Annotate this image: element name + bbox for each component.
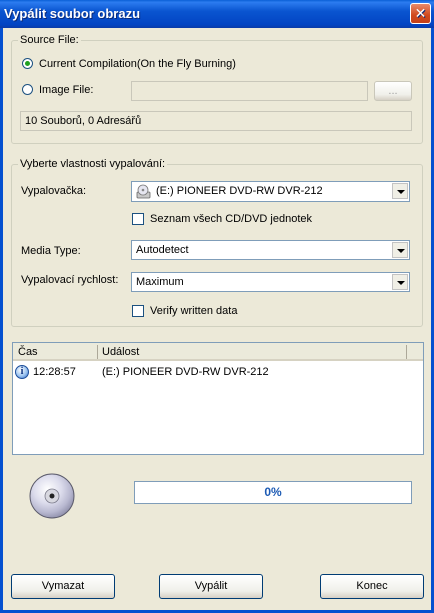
image-file-path-input[interactable] [131, 81, 368, 101]
row-time: 12:28:57 [33, 366, 76, 378]
column-divider[interactable] [406, 345, 407, 359]
browse-button[interactable]: ... [374, 81, 412, 101]
drive-select[interactable]: (E:) PIONEER DVD-RW DVR-212 [131, 181, 410, 202]
current-compilation-label: Current Compilation(On the Fly Burning) [39, 58, 236, 70]
list-all-drives-checkbox[interactable] [132, 213, 144, 225]
progress-label: 0% [264, 485, 282, 499]
column-divider[interactable] [97, 345, 98, 359]
chevron-down-icon[interactable] [392, 183, 408, 199]
column-event[interactable]: Událost [102, 346, 139, 358]
cd-disc-icon [29, 473, 75, 519]
exit-button[interactable]: Konec [320, 574, 424, 599]
clear-button[interactable]: Vymazat [11, 574, 115, 599]
table-row[interactable]: i 12:28:57 (E:) PIONEER DVD-RW DVR-212 [13, 363, 423, 381]
event-log-list[interactable]: Čas Událost i 12:28:57 (E:) PIONEER DVD-… [12, 342, 424, 455]
image-file-label: Image File: [39, 84, 94, 96]
source-file-group-label: Source File: [18, 34, 81, 46]
current-compilation-radio[interactable] [22, 58, 33, 69]
burn-speed-label: Vypalovací rychlost: [21, 274, 119, 286]
media-type-label: Media Type: [21, 245, 81, 257]
media-type-value: Autodetect [136, 244, 189, 256]
burn-progress-bar: 0% [134, 481, 412, 504]
window-title: Vypálit soubor obrazu [4, 6, 141, 21]
drive-value: (E:) PIONEER DVD-RW DVR-212 [156, 185, 323, 197]
column-time[interactable]: Čas [18, 346, 38, 358]
verify-data-checkbox[interactable] [132, 305, 144, 317]
chevron-down-icon[interactable] [392, 274, 408, 290]
burn-speed-value: Maximum [136, 276, 184, 288]
burn-speed-select[interactable]: Maximum [131, 272, 410, 292]
source-summary: 10 Souborů, 0 Adresářů [20, 111, 412, 131]
event-log-header: Čas Událost [13, 343, 423, 361]
drive-label: Vypalovačka: [21, 185, 87, 197]
burn-properties-group-label: Vyberte vlastnosti vypalování: [18, 158, 168, 170]
list-all-drives-label: Seznam všech CD/DVD jednotek [150, 213, 313, 225]
row-event: (E:) PIONEER DVD-RW DVR-212 [102, 366, 269, 378]
close-icon[interactable]: ✕ [410, 3, 431, 24]
info-icon: i [15, 365, 29, 379]
media-type-select[interactable]: Autodetect [131, 240, 410, 260]
burn-button[interactable]: Vypálit [159, 574, 263, 599]
cd-drive-icon [136, 184, 151, 199]
image-file-radio[interactable] [22, 84, 33, 95]
chevron-down-icon[interactable] [392, 242, 408, 258]
verify-data-label: Verify written data [150, 305, 238, 317]
title-bar: Vypálit soubor obrazu ✕ [0, 0, 434, 28]
